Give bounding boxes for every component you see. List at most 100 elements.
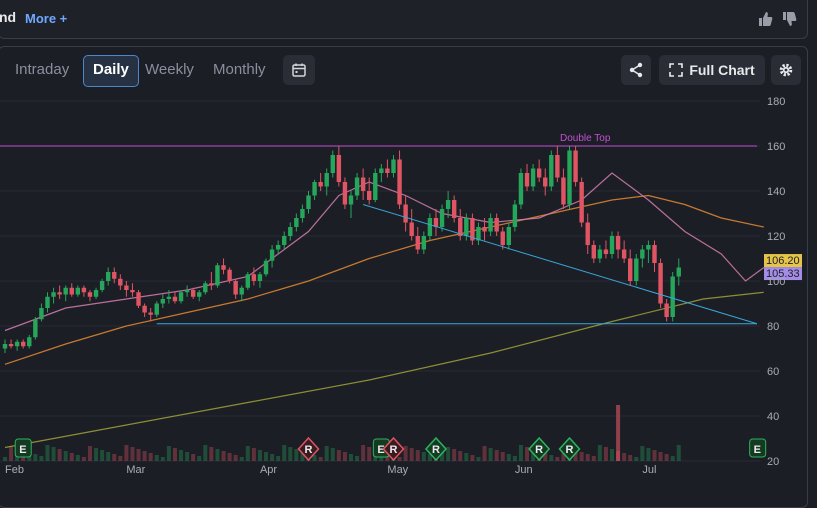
- tab-monthly[interactable]: Monthly: [204, 55, 275, 85]
- candle-body: [2, 344, 8, 349]
- candle-body: [591, 245, 596, 259]
- volume-bar: [603, 447, 608, 461]
- candle-body: [336, 155, 342, 182]
- candle-body: [488, 218, 493, 232]
- candle-body: [646, 245, 651, 250]
- volume-bar: [112, 454, 117, 461]
- volume-bar: [288, 447, 293, 461]
- volume-bar: [506, 454, 511, 461]
- candle-body: [561, 177, 566, 205]
- candle-body: [118, 278, 123, 286]
- rating-marker-label: R: [389, 444, 397, 456]
- candle-body: [379, 168, 384, 173]
- full-chart-button[interactable]: Full Chart: [659, 55, 765, 85]
- volume-bar: [191, 454, 196, 461]
- earnings-marker-label: E: [19, 444, 26, 456]
- volume-bar: [646, 448, 651, 461]
- candle-body: [197, 292, 202, 297]
- candle-body: [615, 236, 621, 250]
- candle-body: [427, 218, 433, 236]
- volume-bar: [518, 445, 523, 461]
- candle-body: [33, 319, 38, 338]
- volume-bar: [282, 445, 287, 461]
- candle-body: [482, 227, 487, 232]
- candle-body: [227, 269, 232, 281]
- candle-body: [263, 260, 269, 275]
- candle-body: [203, 283, 208, 293]
- volume-bar: [264, 452, 269, 461]
- rating-marker-label: R: [432, 444, 440, 456]
- candle-body: [464, 218, 469, 236]
- candle-body: [421, 236, 427, 250]
- volume-spike: [616, 405, 621, 461]
- calendar-icon: [292, 63, 306, 77]
- candle-body: [373, 173, 378, 200]
- volume-bar: [94, 448, 99, 461]
- candle-body: [640, 249, 645, 259]
- volume-bar: [585, 454, 590, 461]
- volume-bar: [670, 456, 675, 461]
- calendar-button[interactable]: [283, 55, 315, 85]
- tab-weekly[interactable]: Weekly: [136, 55, 203, 85]
- candle-body: [621, 249, 627, 259]
- volume-bar: [555, 457, 560, 461]
- expand-icon: [669, 63, 684, 77]
- volume-bar: [676, 445, 681, 461]
- volume-bar: [166, 446, 171, 461]
- volume-bar: [185, 452, 190, 461]
- volume-bar: [409, 448, 414, 461]
- candle-body: [670, 276, 675, 317]
- tab-intraday[interactable]: Intraday: [6, 55, 78, 85]
- volume-bar: [69, 453, 74, 461]
- share-icon: [629, 62, 643, 78]
- candle-body: [367, 191, 372, 200]
- share-button[interactable]: [621, 55, 651, 85]
- rating-marker-label: R: [566, 444, 574, 456]
- tab-daily[interactable]: Daily: [83, 55, 139, 87]
- candle-body: [306, 195, 311, 209]
- x-tick-label: May: [387, 464, 408, 476]
- candle-body: [415, 236, 420, 250]
- x-tick-label: Jul: [642, 464, 656, 476]
- candle-body: [555, 155, 560, 178]
- candle-body: [676, 267, 681, 277]
- candle-body: [166, 296, 172, 299]
- candle-body: [609, 236, 615, 254]
- volume-bar: [179, 450, 184, 461]
- volume-bar: [652, 450, 657, 461]
- volume-bar: [203, 445, 208, 461]
- candle-body: [14, 341, 20, 347]
- volume-bar: [658, 452, 663, 461]
- candle-body: [39, 308, 44, 320]
- candle-body: [403, 204, 408, 223]
- candle-body: [524, 173, 530, 187]
- volume-bar: [330, 448, 335, 461]
- ma-slow-line: [4, 291, 764, 449]
- volume-bar: [342, 452, 347, 461]
- volume-bar: [245, 446, 250, 461]
- more-link[interactable]: More +: [25, 11, 67, 26]
- price-chart[interactable]: Double Top106.20105.33 E E ER R R R R 20406080…: [0, 92, 817, 496]
- candle-body: [112, 272, 117, 279]
- x-tick-label: Feb: [5, 464, 24, 476]
- volume-bar: [87, 446, 92, 461]
- candle-body: [409, 222, 414, 236]
- candle-body: [257, 274, 263, 281]
- candle-body: [451, 200, 457, 218]
- candle-body: [148, 312, 153, 315]
- volume-bar: [221, 451, 226, 461]
- candle-body: [518, 173, 524, 205]
- last-price-tag: 106.20: [764, 254, 802, 268]
- volume-bar: [124, 445, 129, 461]
- y-tick-label: 100: [767, 276, 785, 288]
- volume-bar: [579, 452, 584, 461]
- settings-button[interactable]: [771, 55, 801, 85]
- candle-body: [652, 245, 657, 263]
- candle-body: [549, 155, 554, 187]
- candle-body: [536, 168, 542, 178]
- thumbs-down-icon[interactable]: [781, 11, 797, 27]
- candle-body: [233, 281, 238, 295]
- volume-bar: [63, 451, 68, 461]
- candle-body: [51, 292, 56, 297]
- thumbs-up-icon[interactable]: [757, 11, 773, 27]
